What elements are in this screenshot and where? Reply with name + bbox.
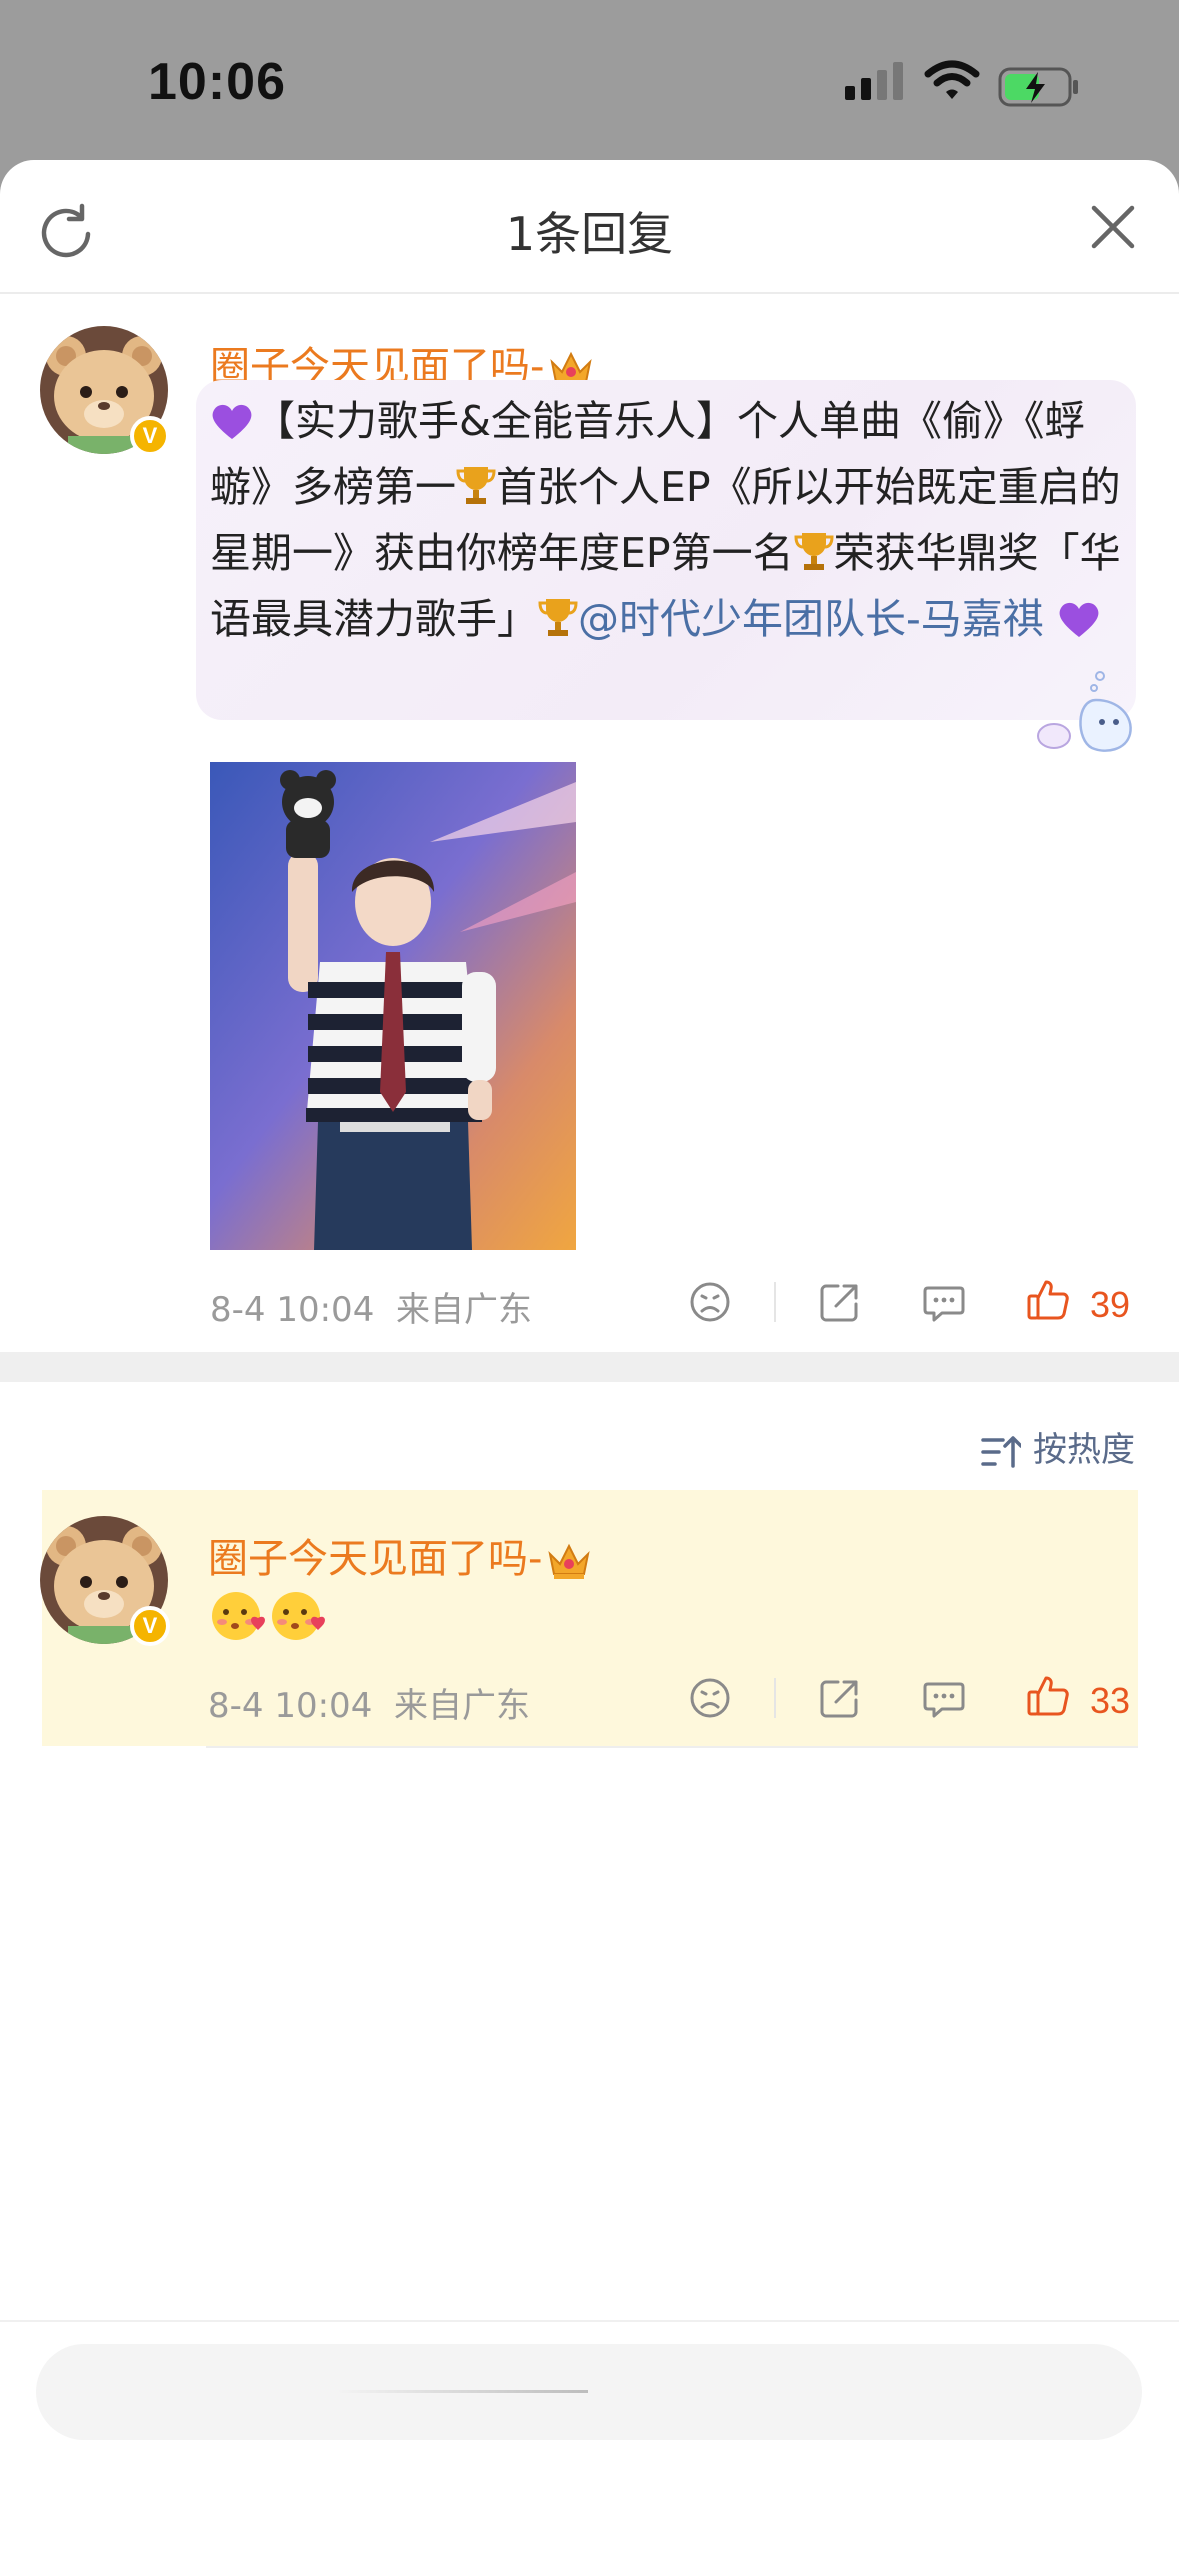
purple-heart-icon	[1059, 602, 1099, 637]
wifi-icon	[924, 60, 980, 99]
crown-icon	[548, 1543, 591, 1579]
comment-icon[interactable]	[922, 1676, 966, 1720]
bubble-mascot-icon	[1037, 671, 1132, 752]
battery-charging-icon	[998, 67, 1078, 107]
frown-face-icon[interactable]	[688, 1280, 732, 1324]
thumbs-up-icon[interactable]	[1026, 1674, 1070, 1718]
trophy-icon	[456, 467, 496, 504]
sort-button[interactable]: 按热度	[981, 1422, 1135, 1471]
cellular-signal-icon	[845, 62, 903, 100]
verified-badge-icon: V	[130, 416, 170, 456]
action-divider	[774, 1282, 776, 1322]
comment-text: 【实力歌手&全能音乐人】个人单曲《偷》《蜉蝣》多榜第一 首张个人EP《所以开始既定…	[210, 397, 1121, 643]
frown-face-icon[interactable]	[688, 1676, 732, 1720]
section-divider	[0, 1352, 1179, 1382]
reply-divider	[206, 1746, 1138, 1748]
trophy-icon	[538, 599, 578, 636]
reply-text	[208, 1586, 328, 1648]
comment-meta: 8-4 10:04 来自广东	[210, 1290, 532, 1330]
like-count: 33	[1090, 1680, 1131, 1721]
input-divider	[0, 2320, 1179, 2322]
sheet-title: 1条回复	[505, 207, 674, 261]
close-icon[interactable]	[1088, 202, 1138, 252]
reply-meta: 8-4 10:04 来自广东	[208, 1686, 530, 1726]
post-photo[interactable]	[210, 762, 576, 1250]
thumbs-up-icon[interactable]	[1026, 1278, 1070, 1322]
sort-icon	[981, 1435, 1023, 1468]
input-placeholder-line	[336, 2390, 588, 2393]
reply-sheet: 1条回复 V 圈子今天见面了吗- 【实力歌手&全能音乐人】个人单曲《偷》《蜉蝣》…	[0, 160, 1179, 2556]
reply-username[interactable]: 圈子今天见面了吗-	[208, 1526, 592, 1584]
share-icon[interactable]	[818, 1280, 862, 1324]
like-count: 39	[1090, 1284, 1131, 1325]
share-icon[interactable]	[818, 1676, 862, 1720]
verified-badge-icon: V	[130, 1606, 170, 1646]
mention-link[interactable]: @时代少年团队长-马嘉祺	[578, 595, 1044, 643]
blushing-face-icon	[272, 1592, 325, 1640]
action-divider	[774, 1678, 776, 1718]
reply-input[interactable]	[36, 2344, 1142, 2440]
status-bar: 10:06	[0, 0, 1179, 160]
sheet-header: 1条回复	[0, 160, 1179, 294]
comment-icon[interactable]	[922, 1280, 966, 1324]
blushing-face-icon	[212, 1592, 265, 1640]
trophy-icon	[794, 533, 834, 570]
status-time: 10:06	[148, 53, 286, 111]
purple-heart-icon	[212, 404, 252, 439]
